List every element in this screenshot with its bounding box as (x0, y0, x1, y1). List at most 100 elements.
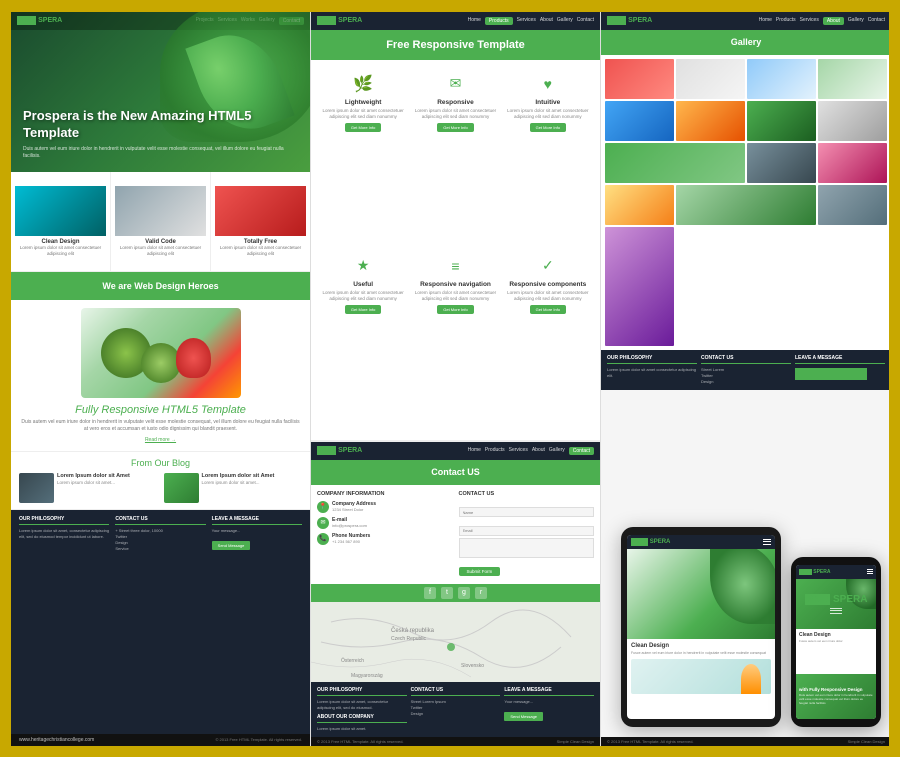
footer-contact-heading: Contact Us (115, 516, 205, 525)
phil-message-heading: Leave a Message (795, 355, 885, 364)
feature-text-3: Lorem ipsum dolor sit amet consectetuer … (215, 245, 306, 257)
tablet-hero (627, 549, 775, 639)
tablet-hamburger-icon[interactable] (763, 539, 771, 545)
gallery-item-9[interactable] (605, 143, 745, 183)
contact-name-input[interactable] (459, 507, 595, 517)
gallery-item-6[interactable] (676, 101, 745, 141)
address-title: Company Address (332, 501, 376, 507)
heart-icon: ♥ (536, 72, 560, 96)
footer-col2-message: Leave a Message Your message... Send Mes… (504, 687, 594, 732)
gallery-item-12[interactable] (605, 185, 674, 225)
feature-item-2: Valid Code Lorem ipsum dolor sit amet co… (111, 172, 211, 271)
address-text: 1234 Street Dolor (332, 507, 376, 513)
phone-title: Phone Numbers (332, 533, 370, 539)
contact-header: Contact US (311, 460, 600, 485)
gallery-item-5[interactable] (605, 101, 674, 141)
feature-card-6: ✓ Responsive components Lorem ipsum dolo… (502, 250, 594, 432)
feature-card-3: ♥ Intuitive Lorem ipsum dolor sit amet c… (502, 68, 594, 250)
footer-philosophy: Our Philosophy Lorem ipsum dolor sit ame… (19, 516, 109, 728)
footer-url: www.heritagechristiancollege.com (19, 737, 94, 743)
blog-title: From Our Blog (19, 458, 302, 468)
green-banner: We are Web Design Heroes (11, 272, 310, 300)
footer-contact: Contact Us + Street three dolor, 10000Tw… (115, 516, 205, 728)
tablet-content: Clean Design Fusce autem vel eum iriure … (627, 639, 775, 719)
google-icon[interactable]: g (458, 587, 470, 599)
get-more-btn-2[interactable]: Get More Info (437, 123, 473, 132)
footer-send-btn[interactable]: Send Message (212, 541, 251, 550)
phone-device: PRO SPERA PRO SPERA (791, 557, 881, 727)
company-info-heading: Company Information (317, 491, 453, 497)
star-icon: ★ (351, 254, 375, 278)
free-template-nav-links: Home Products Services About Gallery Con… (468, 17, 594, 25)
gallery-logo: PRO SPERA (607, 17, 652, 24)
gallery-item-15[interactable] (605, 227, 674, 347)
contact-message-textarea[interactable] (459, 538, 595, 558)
leaf-icon: 🌿 (351, 72, 375, 96)
phone-content-title: Clean Design (799, 632, 873, 638)
blog-post-text-1: Lorem ipsum dolor sit amet... (57, 480, 130, 486)
blog-post-1: Lorem Ipsum dolor sit Amet Lorem ipsum d… (19, 473, 158, 503)
phone-text: +1 234 567 890 (332, 539, 370, 545)
contact-address: 📍 Company Address 1234 Street Dolor (317, 501, 453, 513)
footer-col2: Our Philosophy Lorem ipsum dolor sit ame… (311, 682, 600, 737)
tablet-logo: PRO SPERA (631, 539, 670, 545)
tablet-content-title: Clean Design (631, 643, 771, 649)
gallery-item-14[interactable] (818, 185, 887, 225)
gallery-item-3[interactable] (747, 59, 816, 99)
free-template-title: Free Responsive Template (386, 39, 525, 51)
email-circle: ✉ (317, 517, 329, 529)
phil-contact-heading: Contact Us (701, 355, 791, 364)
responsive-text: Duis autem vel eum iriure dolor in hendr… (19, 419, 302, 433)
free-template-header: Free Responsive Template (311, 30, 600, 60)
contact-info: Company Information 📍 Company Address 12… (317, 491, 453, 578)
free-template-logo: PRO SPERA (317, 17, 362, 24)
kiwi-2 (141, 343, 181, 383)
phone-icon: 📞 (319, 535, 326, 542)
gallery-item-13[interactable] (676, 185, 816, 225)
contact-navbar: PRO SPERA Home Products Services About G… (311, 442, 600, 460)
tablet-navbar: PRO SPERA (627, 535, 775, 549)
feature-card-title-1: Lightweight (345, 99, 381, 106)
gallery-title: Gallery (731, 37, 762, 47)
twitter-icon[interactable]: t (441, 587, 453, 599)
gallery-item-2[interactable] (676, 59, 745, 99)
feature-card-title-4: Useful (353, 281, 373, 288)
phone-hero: PRO SPERA (796, 579, 876, 629)
facebook-icon[interactable]: f (424, 587, 436, 599)
gallery-item-11[interactable] (818, 143, 887, 183)
check-icon: ✓ (536, 254, 560, 278)
feature-card-1: 🌿 Lightweight Lorem ipsum dolor sit amet… (317, 68, 409, 250)
rss-icon[interactable]: r (475, 587, 487, 599)
gallery-item-7[interactable] (747, 101, 816, 141)
footer2-about-heading: About Our Company Lorem ipsum dolor sit … (317, 714, 407, 732)
get-more-btn-4[interactable]: Get More Info (345, 305, 381, 314)
column-2: PRO SPERA Home Products Services About G… (311, 12, 601, 746)
feature-card-text-4: Lorem ipsum dolor sit amet consectetuer … (321, 290, 405, 303)
phone-hamburger-icon[interactable] (867, 569, 873, 574)
get-more-btn-3[interactable]: Get More Info (530, 123, 566, 132)
svg-text:Slovensko: Slovensko (461, 663, 484, 669)
blog-thumb-2 (164, 473, 199, 503)
map-background: Česká republika Czech Republic Österreic… (311, 602, 600, 682)
contact-email-input[interactable] (459, 526, 595, 536)
phone-hero-hamburger (830, 608, 842, 614)
get-more-btn-1[interactable]: Get More Info (345, 123, 381, 132)
email-icon: ✉ (320, 519, 325, 526)
philosophy-col: Our Philosophy Lorem ipsum dolor sit ame… (607, 355, 697, 385)
get-more-btn-5[interactable]: Get More Info (437, 305, 473, 314)
gallery-item-1[interactable] (605, 59, 674, 99)
contact-phone: 📞 Phone Numbers +1 234 567 890 (317, 533, 453, 545)
fruit-image (81, 308, 241, 398)
blog-post-title-2: Lorem Ipsum dolor sit Amet (202, 473, 275, 480)
gallery-item-10[interactable] (747, 143, 816, 183)
responsive-link[interactable]: Read more → (145, 437, 176, 443)
submit-btn[interactable]: Submit Form (459, 567, 501, 576)
get-more-btn-6[interactable]: Get More Info (530, 305, 566, 314)
hero-title: Prospera is the New Amazing HTML5 Templa… (23, 108, 298, 142)
gallery-item-8[interactable] (818, 101, 887, 141)
phone-green-section: with Fully Responsive Design Duis autem … (796, 674, 876, 719)
gallery-item-4[interactable] (818, 59, 887, 99)
feature-item-1: Clean Design Lorem ipsum dolor sit amet … (11, 172, 111, 271)
contact-title: Contact US (431, 467, 480, 477)
feature-item-3: Totally Free Lorem ipsum dolor sit amet … (211, 172, 310, 271)
